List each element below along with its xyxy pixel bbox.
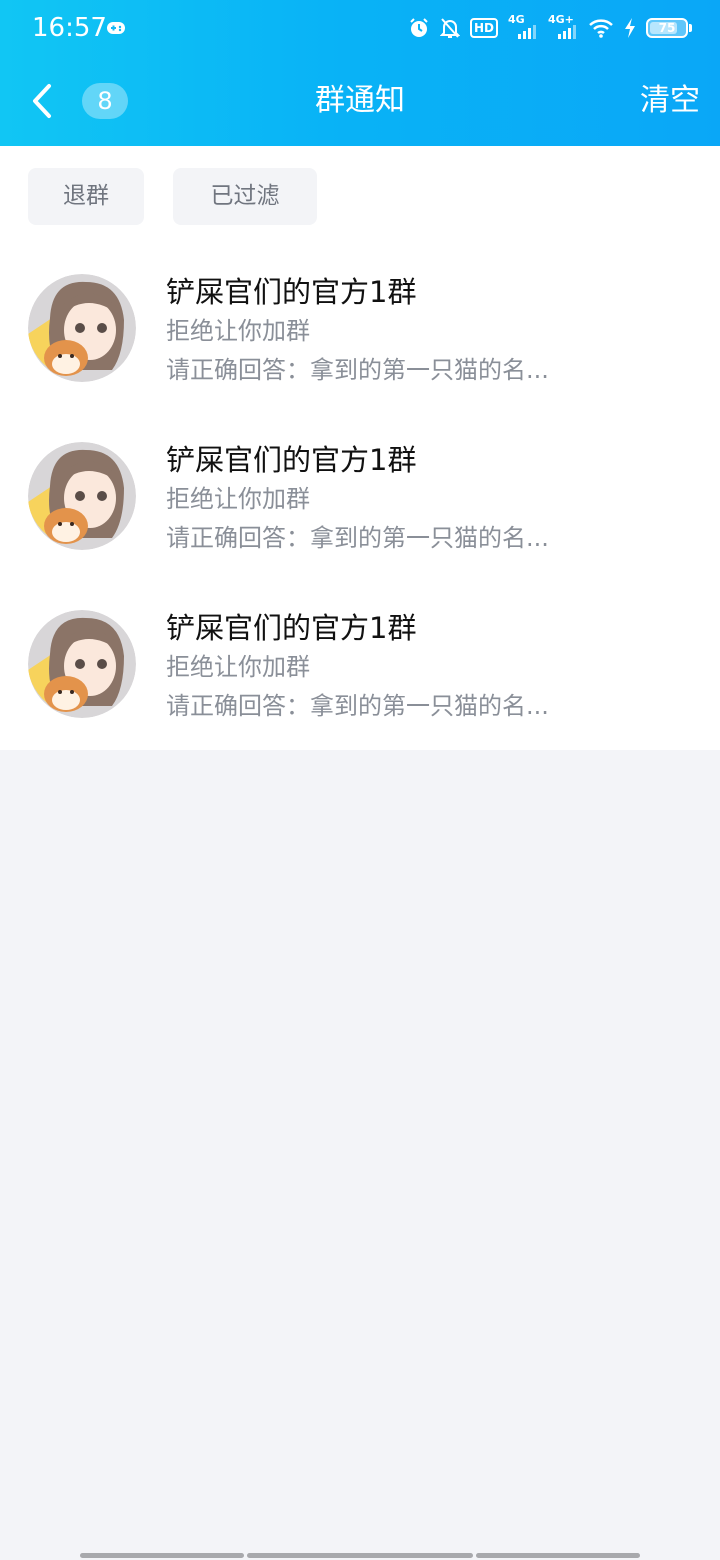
group-name: 铲屎官们的官方1群 bbox=[166, 611, 417, 645]
group-name: 铲屎官们的官方1群 bbox=[166, 443, 417, 477]
group-name: 铲屎官们的官方1群 bbox=[166, 275, 417, 309]
filter-row: 退群 已过滤 bbox=[28, 168, 317, 225]
status-bar: 16:57 HD 4G 4G+ 75 bbox=[0, 0, 720, 56]
notice-list: 铲屎官们的官方1群 拒绝让你加群 请正确回答：拿到的第一只猫的名... 铲屎官们… bbox=[0, 256, 720, 760]
game-controller-icon bbox=[107, 22, 125, 34]
wifi-icon bbox=[589, 19, 613, 38]
notice-detail: 请正确回答：拿到的第一只猫的名... bbox=[166, 524, 549, 552]
battery-level: 75 bbox=[658, 21, 676, 35]
clear-button[interactable]: 清空 bbox=[640, 80, 700, 122]
list-item[interactable]: 铲屎官们的官方1群 拒绝让你加群 请正确回答：拿到的第一只猫的名... bbox=[0, 424, 720, 592]
list-item[interactable]: 铲屎官们的官方1群 拒绝让你加群 请正确回答：拿到的第一只猫的名... bbox=[0, 256, 720, 424]
status-time: 16:57 bbox=[32, 13, 107, 43]
charging-icon bbox=[625, 18, 635, 38]
notice-status: 拒绝让你加群 bbox=[166, 317, 310, 345]
alarm-icon bbox=[410, 18, 428, 37]
signal-icon: 4G bbox=[508, 13, 538, 41]
notice-status: 拒绝让你加群 bbox=[166, 485, 310, 513]
quit-group-filter[interactable]: 退群 bbox=[28, 168, 144, 225]
list-item[interactable]: 铲屎官们的官方1群 拒绝让你加群 请正确回答：拿到的第一只猫的名... bbox=[0, 592, 720, 760]
header: 16:57 HD 4G 4G+ 75 8 群通知 清空 bbox=[0, 0, 720, 146]
avatar bbox=[28, 442, 136, 550]
filtered-filter[interactable]: 已过滤 bbox=[173, 168, 317, 225]
home-indicator-center bbox=[247, 1553, 473, 1558]
hd-icon: HD bbox=[469, 18, 498, 38]
notice-content: 退群 已过滤 铲屎官们的官方1群 拒绝让你加群 请正确回答：拿到的第一只猫的名.… bbox=[0, 146, 720, 750]
notice-detail: 请正确回答：拿到的第一只猫的名... bbox=[166, 356, 549, 384]
avatar bbox=[28, 274, 136, 382]
mute-bell-icon bbox=[439, 18, 460, 38]
avatar bbox=[28, 610, 136, 718]
nav-bar: 8 群通知 清空 bbox=[0, 56, 720, 146]
signal-icon-2: 4G+ bbox=[548, 13, 578, 41]
battery-icon: 75 bbox=[646, 18, 692, 38]
page-title: 群通知 bbox=[315, 83, 405, 118]
home-indicator-right bbox=[476, 1553, 640, 1558]
home-indicator-left bbox=[80, 1553, 244, 1558]
notice-detail: 请正确回答：拿到的第一只猫的名... bbox=[166, 692, 549, 720]
notice-status: 拒绝让你加群 bbox=[166, 653, 310, 681]
status-icons: HD 4G 4G+ 75 bbox=[408, 13, 692, 42]
